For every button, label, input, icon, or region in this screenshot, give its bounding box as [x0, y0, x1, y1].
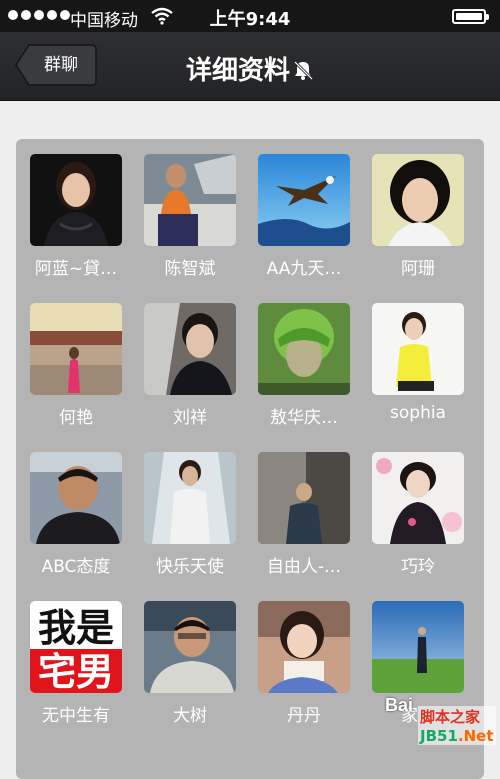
avatar-text-line-1: 我是 [38, 606, 114, 650]
member-name: 何艳 [59, 408, 93, 428]
member-item[interactable]: 快乐天使 [135, 452, 245, 577]
member-name: 快乐天使 [156, 557, 224, 577]
member-item[interactable]: 陈智斌 [135, 154, 245, 279]
member-item[interactable]: 巧玲 [363, 452, 473, 577]
member-name: 自由人-… [266, 557, 342, 577]
member-item[interactable]: 敖华庆… [249, 303, 359, 428]
member-item[interactable]: 丹丹 [249, 601, 359, 726]
member-avatar[interactable] [30, 154, 122, 246]
member-name: 大树 [173, 706, 207, 726]
status-time: 上午9:44 [209, 9, 291, 30]
group-members-panel: 阿蓝~貸… 陈智斌 AA九天… 阿珊 何艳 刘祥 敖华庆… sophia ABC… [16, 139, 484, 779]
avatar-text-line-2: 宅男 [38, 650, 114, 693]
jb51-watermark-tld: .Net [457, 727, 494, 745]
member-avatar[interactable] [372, 452, 464, 544]
member-name: 敖华庆… [270, 408, 338, 428]
member-avatar[interactable] [372, 601, 464, 693]
member-avatar[interactable] [30, 303, 122, 395]
member-avatar[interactable] [258, 452, 350, 544]
member-name: 刘祥 [173, 408, 207, 428]
member-avatar[interactable] [258, 154, 350, 246]
jb51-watermark: 脚本之家 JB51.Net [418, 706, 496, 745]
member-item[interactable]: 自由人-… [249, 452, 359, 577]
member-name: 巧玲 [401, 557, 435, 577]
member-name: AA九天… [266, 259, 342, 279]
member-avatar[interactable] [144, 303, 236, 395]
jb51-watermark-domain: JB51 [420, 727, 458, 745]
member-avatar[interactable] [30, 452, 122, 544]
member-item[interactable]: 我是 宅男 无中生有 [21, 601, 131, 726]
member-name: 无中生有 [42, 706, 110, 726]
member-name: 丹丹 [287, 706, 321, 726]
member-item[interactable]: AA九天… [249, 154, 359, 279]
member-item[interactable]: 大树 [135, 601, 245, 726]
member-item[interactable]: 阿蓝~貸… [21, 154, 131, 279]
navigation-bar: 群聊 详细资料 [0, 32, 500, 101]
member-avatar[interactable] [144, 154, 236, 246]
member-item[interactable]: 阿珊 [363, 154, 473, 279]
member-avatar[interactable] [372, 154, 464, 246]
member-name: 阿珊 [401, 259, 435, 279]
baidu-watermark: Bai [385, 695, 414, 715]
member-name: 阿蓝~貸… [34, 259, 118, 279]
member-name: 陈智斌 [164, 259, 216, 279]
member-item[interactable]: 刘祥 [135, 303, 245, 428]
status-bar: 中国移动 上午9:44 [0, 0, 500, 32]
member-avatar[interactable] [258, 601, 350, 693]
member-avatar[interactable] [144, 601, 236, 693]
jb51-watermark-text: 脚本之家 [420, 708, 481, 726]
mute-icon [292, 58, 314, 88]
member-avatar[interactable]: 我是 宅男 [30, 601, 122, 693]
member-item[interactable]: 何艳 [21, 303, 131, 428]
member-name: sophia [390, 403, 446, 423]
member-avatar[interactable] [144, 452, 236, 544]
member-item[interactable]: ABC态度 [21, 452, 131, 577]
member-item[interactable]: sophia [363, 303, 473, 423]
battery-icon [452, 9, 489, 24]
page-title: 详细资料 [0, 50, 500, 88]
page-title-text: 详细资料 [185, 56, 290, 86]
member-name: ABC态度 [41, 557, 111, 577]
member-avatar[interactable] [258, 303, 350, 395]
member-avatar[interactable] [372, 303, 464, 395]
